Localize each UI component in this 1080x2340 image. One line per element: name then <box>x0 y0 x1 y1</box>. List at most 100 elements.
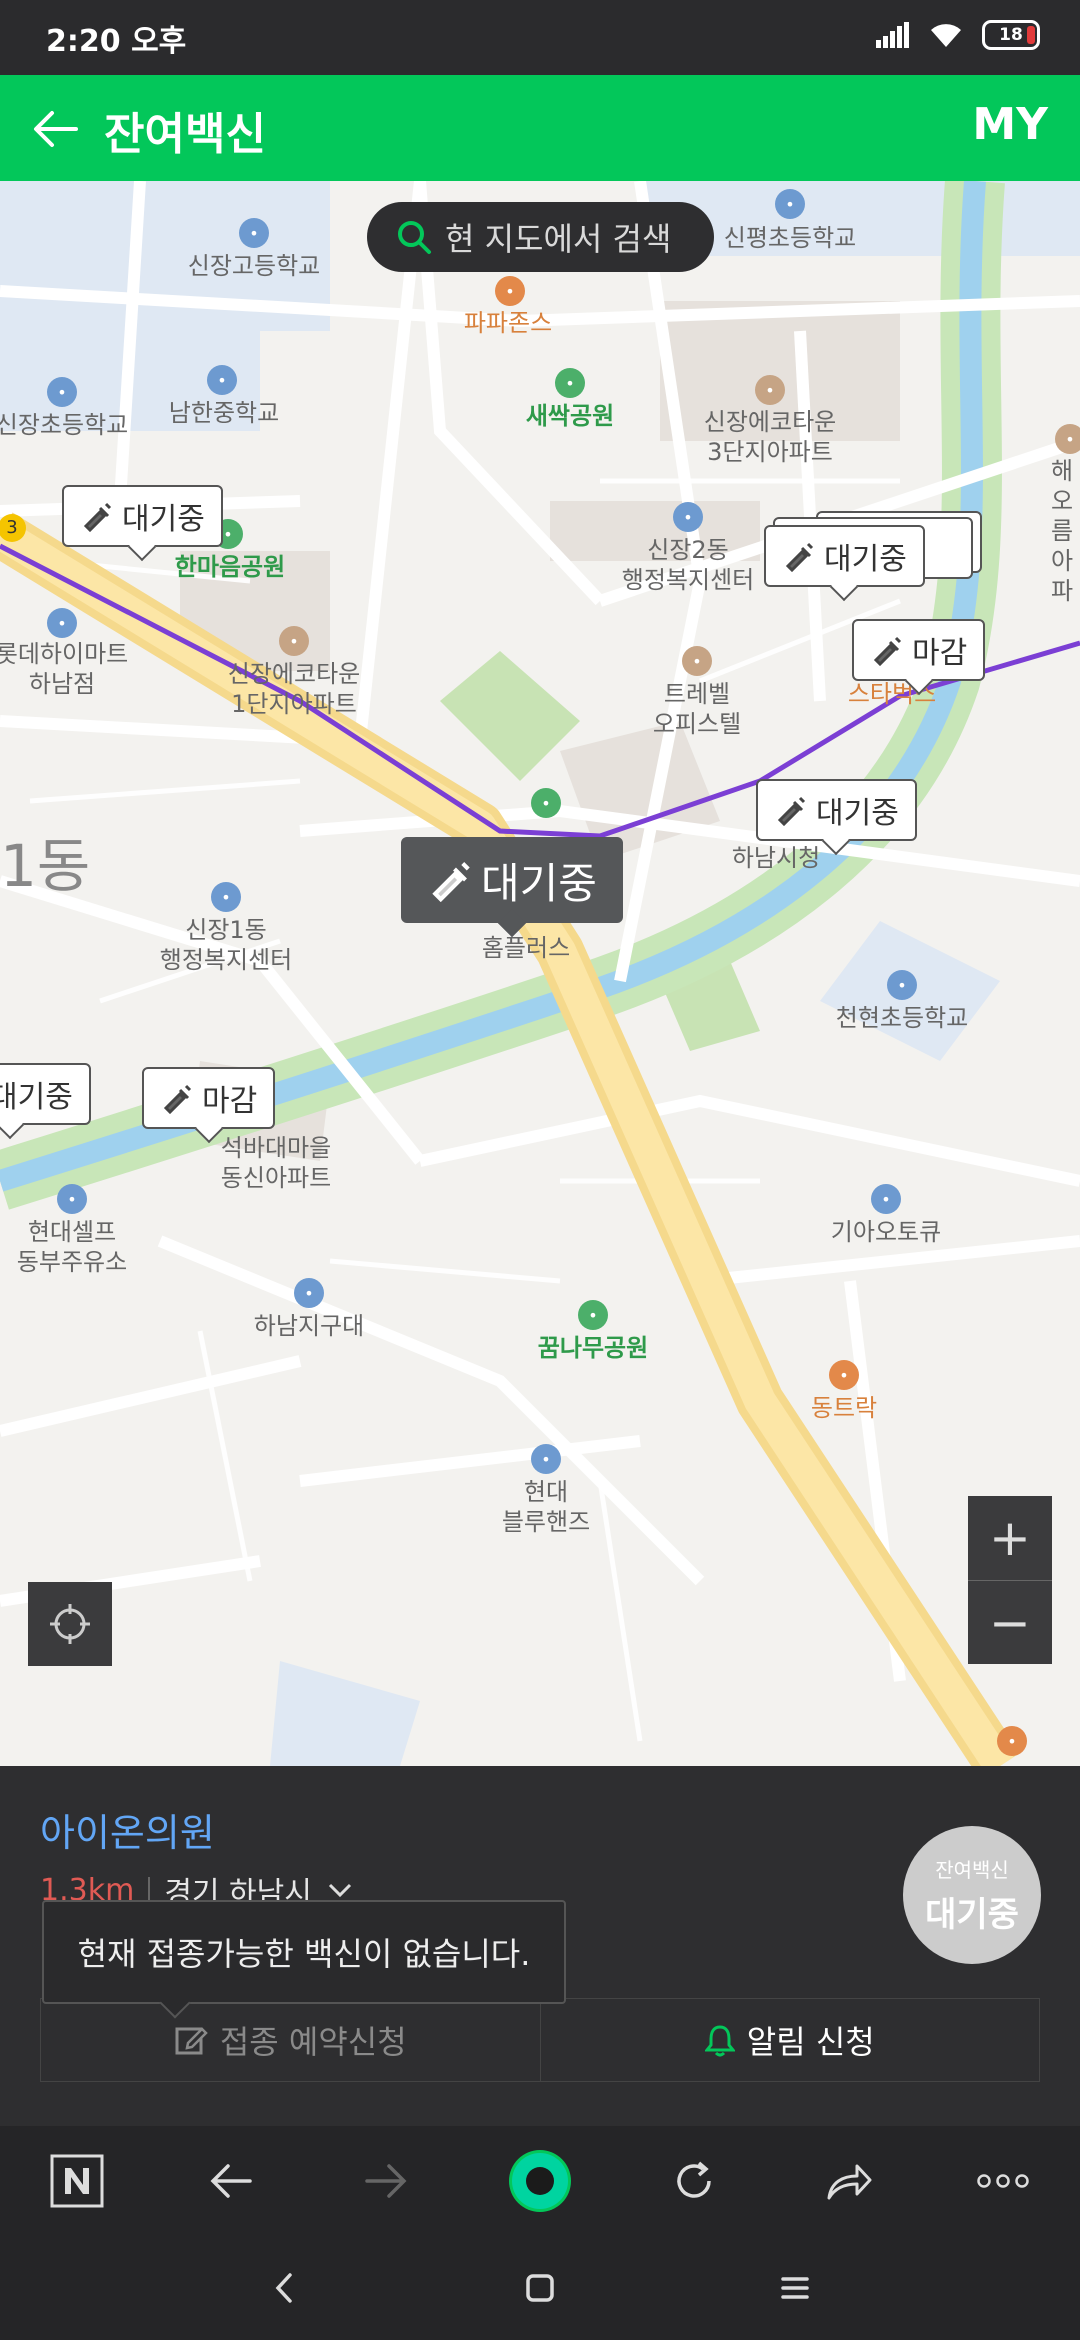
vaccine-marker[interactable]: 마감 <box>142 1067 276 1129</box>
notify-label: 알림 신청 <box>746 2023 875 2061</box>
crosshair-icon <box>50 1604 90 1644</box>
green-dot-icon <box>508 2150 571 2212</box>
naver-logo-icon <box>50 2154 104 2208</box>
search-map-button[interactable]: 현 지도에서 검색 <box>367 202 714 272</box>
syringe-icon <box>83 502 112 532</box>
reserve-button[interactable]: 접종 예약신청 <box>41 1999 540 2081</box>
place-label: 현대 블루핸즈 <box>501 1478 591 1536</box>
wifi-icon <box>931 24 961 47</box>
marker-label: 대기중 <box>481 858 597 908</box>
syringe-icon <box>432 862 470 902</box>
marker-label: 대기중 <box>0 1080 73 1115</box>
action-row: 접종 예약신청 알림 신청 <box>40 1998 1040 2082</box>
park-icon: • <box>578 1300 608 1330</box>
place-label: 꿈나무공원 <box>537 1334 649 1362</box>
building-icon: • <box>682 646 712 676</box>
vaccine-marker[interactable]: 대기중 <box>756 779 917 841</box>
status-badge: 잔여백신 대기중 <box>903 1826 1041 1964</box>
status-badge-value: 대기중 <box>925 1895 1019 1935</box>
vaccine-marker[interactable]: 대기중 <box>0 1063 91 1125</box>
place-label: 홈플러스 <box>481 934 571 962</box>
marker-label: 대기중 <box>122 502 205 537</box>
status-badge-caption: 잔여백신 <box>935 1858 1009 1882</box>
place-label: 롯데하이마트 하남점 <box>0 640 129 698</box>
share-button[interactable] <box>804 2136 894 2226</box>
place-label: 파파존스 <box>463 309 553 337</box>
school-icon: • <box>775 189 805 219</box>
system-nav-bar <box>0 2236 1080 2340</box>
vaccine-marker-stack[interactable]: 대기중 <box>764 525 925 587</box>
system-home-icon[interactable] <box>525 2273 555 2303</box>
notify-button[interactable]: 알림 신청 <box>539 1999 1040 2081</box>
place-label: 천현초등학교 <box>835 1004 969 1032</box>
marker-label: 대기중 <box>816 796 899 831</box>
place-label: 신장고등학교 <box>187 252 321 280</box>
system-back-icon[interactable] <box>270 2271 300 2305</box>
arrow-left-icon <box>210 2164 253 2198</box>
status-icons: 18 <box>876 20 1040 50</box>
syringe-icon <box>777 796 806 826</box>
system-menu-icon[interactable] <box>780 2275 810 2301</box>
place-label: 신장에코타운 3단지아파트 <box>703 408 837 466</box>
arrow-right-icon <box>364 2164 407 2198</box>
restaurant-icon: • <box>997 1726 1027 1756</box>
place-label: 트레벨 오피스텔 <box>652 680 742 738</box>
place-label: 신장1동 행정복지센터 <box>159 916 293 974</box>
more-button[interactable] <box>958 2136 1048 2226</box>
restaurant-icon: • <box>495 276 525 306</box>
park-icon: • <box>531 788 561 818</box>
my-location-button[interactable] <box>28 1582 112 1666</box>
apartment-icon: • <box>279 626 309 656</box>
green-dot-button[interactable] <box>495 2136 585 2226</box>
hospital-name[interactable]: 아이온의원 <box>40 1802 215 1857</box>
browser-forward-button[interactable] <box>341 2136 431 2226</box>
car-service-icon: • <box>871 1184 901 1214</box>
zoom-in-button[interactable]: + <box>968 1496 1052 1580</box>
place-label: 신장에코타운 1단지아파트 <box>227 660 361 718</box>
zoom-controls: + − <box>968 1496 1052 1664</box>
zoom-out-button[interactable]: − <box>968 1580 1052 1664</box>
vaccine-marker[interactable]: 대기중 <box>62 485 223 547</box>
place-label: 석바대마을 동신아파트 <box>220 1134 332 1192</box>
vaccine-marker[interactable]: 마감 <box>852 619 986 681</box>
naver-home-button[interactable] <box>32 2136 122 2226</box>
police-icon: • <box>294 1278 324 1308</box>
reserve-label: 접종 예약신청 <box>219 2023 407 2061</box>
search-map-label: 현 지도에서 검색 <box>445 220 672 258</box>
vaccine-marker-selected[interactable]: 대기중 <box>401 837 623 923</box>
place-label: 신장초등학교 <box>0 411 129 439</box>
marker-label: 마감 <box>202 1084 258 1119</box>
syringe-icon <box>873 636 902 666</box>
status-bar: 2:20 오후 18 <box>0 0 1080 75</box>
screen: 2:20 오후 18 잔여백신 MY 현 지도에서 검색 • • • • • •… <box>0 0 1080 2340</box>
status-time: 2:20 오후 <box>46 24 187 59</box>
map-view[interactable]: 현 지도에서 검색 • • • • • • • • • • • • • • • … <box>0 181 1080 1766</box>
district-label: 1동 <box>0 832 91 900</box>
back-arrow-icon[interactable] <box>28 101 84 157</box>
school-icon: • <box>207 365 237 395</box>
government-icon: • <box>211 882 241 912</box>
place-label: 남한중학교 <box>168 399 280 427</box>
place-label: 신장2동 행정복지센터 <box>621 536 755 594</box>
bell-icon <box>704 2025 735 2057</box>
place-label: 기아오토큐 <box>830 1218 942 1246</box>
battery-level: 18 <box>999 25 1023 45</box>
school-icon: • <box>239 218 269 248</box>
no-vaccine-tooltip: 현재 접종가능한 백신이 없습니다. <box>42 1900 566 2004</box>
place-label: 새싹공원 <box>525 402 615 430</box>
refresh-icon <box>677 2161 712 2198</box>
browser-back-button[interactable] <box>186 2136 276 2226</box>
shopping-icon: • <box>47 608 77 638</box>
school-icon: • <box>887 970 917 1000</box>
route-number-label: 3 <box>6 517 18 538</box>
restaurant-icon: • <box>829 1360 859 1390</box>
syringe-icon <box>785 542 814 572</box>
signal-icon <box>876 22 909 48</box>
gas-station-icon: • <box>57 1184 87 1214</box>
marker-label: 대기중 <box>824 542 907 577</box>
chevron-down-icon[interactable] <box>326 1880 354 1900</box>
my-button[interactable]: MY <box>972 99 1048 150</box>
place-label: 한마음공원 <box>174 553 286 581</box>
refresh-button[interactable] <box>649 2136 739 2226</box>
place-label: 하남시청 <box>731 844 821 872</box>
